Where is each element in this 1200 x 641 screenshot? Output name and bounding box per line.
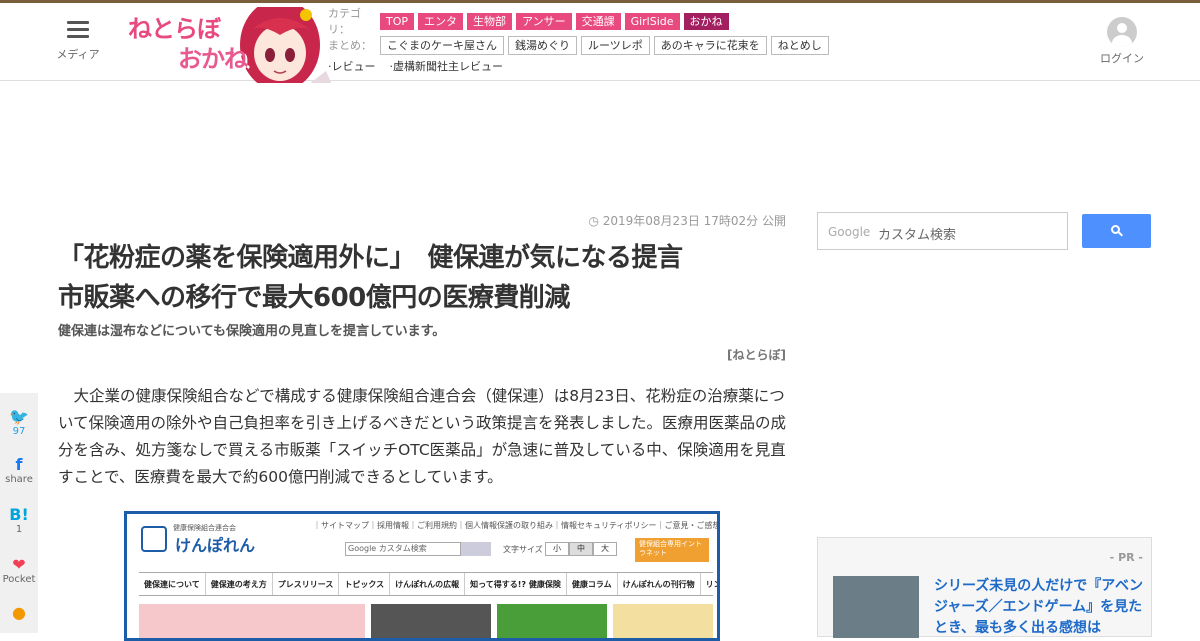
category-tab-kotsuka[interactable]: 交通課: [575, 12, 621, 30]
kenporen-nav-item: リンク集: [701, 573, 717, 595]
share-bar: 🐦 97 f share B! 1 ❤ Pocket ●: [0, 393, 38, 633]
category-tab-top[interactable]: TOP: [380, 12, 415, 30]
login-button[interactable]: ログイン: [1096, 17, 1148, 66]
kenporen-nav: 健保連について 健保連の考え方 プレスリリース トピックス けんぽれんの広報 知…: [139, 572, 717, 596]
kenporen-banner-pink: [139, 604, 365, 638]
category-tab-enta[interactable]: エンタ: [418, 12, 464, 30]
matome-label: まとめ：: [328, 39, 372, 52]
article-title: 「花粉症の薬を保険適用外に」 健保連が気になる提言 市販薬への移行で最大600億…: [58, 238, 788, 318]
kenporen-banner-yellow: [613, 604, 713, 638]
facebook-count: share: [5, 474, 33, 485]
kenporen-banner-dark: [371, 604, 491, 638]
kenporen-nav-item: プレスリリース: [273, 573, 340, 595]
hatena-count: 1: [15, 524, 23, 535]
publish-date: ◷ 2019年08月23日 17時02分 公開: [588, 212, 786, 229]
site-header: メディア ねとらぼ おかね カテゴリ： TOP エンタ 生物部 アンサー 交通課…: [0, 3, 1200, 83]
embedded-kenporen-screenshot[interactable]: 健康保険組合連合会 けんぽれん ｜サイトマップ｜採用情報｜ご利用規約｜個人情報保…: [124, 511, 720, 641]
clock-icon: ◷: [588, 214, 603, 228]
twitter-icon: 🐦: [9, 407, 29, 426]
category-tab-okane[interactable]: おかね: [683, 12, 729, 30]
sidebar-search-placeholder: カスタム検索: [878, 228, 957, 243]
matome-link-netomeshi[interactable]: ねとめし: [770, 35, 829, 55]
kenporen-search-button: [461, 542, 491, 556]
media-menu-button[interactable]: メディア: [52, 21, 104, 62]
kenporen-nav-item: けんぽれんの刊行物: [618, 573, 701, 595]
kenporen-top-links: ｜サイトマップ｜採用情報｜ご利用規約｜個人情報保護の取り組み｜情報セキュリティポ…: [313, 521, 720, 530]
kenporen-nav-item: トピックス: [339, 573, 391, 595]
kenporen-font-size-label: 文字サイズ: [503, 545, 543, 554]
matome-link-hanataba[interactable]: あのキャラに花束を: [653, 35, 767, 55]
article-title-line2: 市販薬への移行で最大600億円の医療費削減: [58, 283, 570, 313]
hamburger-icon: [67, 21, 89, 39]
kenporen-banner-green: [497, 604, 607, 638]
sidebar-search-button[interactable]: [1082, 214, 1151, 248]
kyoko-review-link[interactable]: ·虚構新聞社主レビュー: [390, 58, 504, 74]
media-menu-label: メディア: [56, 48, 100, 61]
article-subtitle: 健保連は湿布などについても保険適用の見直しを提言しています。: [58, 324, 446, 339]
pocket-count: Pocket: [2, 574, 36, 585]
hatena-icon: B!: [9, 505, 29, 524]
category-nav: カテゴリ： TOP エンタ 生物部 アンサー 交通課 GirlSide おかね …: [328, 7, 829, 76]
login-label: ログイン: [1100, 52, 1144, 65]
site-logo[interactable]: ねとらぼ おかね: [124, 7, 334, 83]
share-hatena[interactable]: B! 1: [0, 505, 38, 535]
twitter-count: 97: [12, 426, 26, 437]
kenporen-nav-item: 健保連の考え方: [206, 573, 273, 595]
share-line[interactable]: ●: [0, 603, 38, 622]
matome-link-roots[interactable]: ルーツレポ: [581, 35, 650, 55]
kenporen-intranet-button: 健保組合専用イントラネット: [635, 538, 709, 562]
font-size-large: 大: [593, 542, 617, 556]
review-link[interactable]: ·レビュー: [328, 58, 376, 74]
google-brand: Google: [828, 225, 871, 239]
pr-label: - PR -: [1109, 551, 1143, 564]
kenporen-nav-item: 健康コラム: [567, 573, 618, 595]
kenporen-font-size-buttons: 小 中 大: [545, 542, 617, 556]
facebook-icon: f: [15, 455, 23, 474]
line-icon: ●: [12, 603, 26, 622]
pr-thumbnail[interactable]: [833, 576, 919, 638]
kenporen-logo-icon: [141, 526, 167, 552]
user-avatar-icon: [1107, 17, 1137, 47]
kenporen-nav-item: けんぽれんの広報: [390, 573, 466, 595]
font-size-medium: 中: [569, 542, 593, 556]
category-tab-answer[interactable]: アンサー: [516, 12, 572, 30]
kenporen-org-name: けんぽれん: [175, 536, 256, 555]
kenporen-search-input: Google カスタム検索: [345, 542, 461, 556]
kenporen-nav-item: 健保連について: [139, 573, 206, 595]
article-source: [ねとらぼ]: [727, 348, 786, 362]
font-size-small: 小: [545, 542, 569, 556]
matome-link-sento[interactable]: 銭湯めぐり: [508, 35, 577, 55]
share-pocket[interactable]: ❤ Pocket: [0, 555, 38, 585]
kenporen-nav-item: 知って得する!? 健康保険: [465, 573, 567, 595]
article-title-line1: 「花粉症の薬を保険適用外に」 健保連が気になる提言: [58, 243, 683, 273]
matome-link-koguma[interactable]: こぐまのケーキ屋さん: [380, 35, 504, 55]
category-tab-girlside[interactable]: GirlSide: [624, 12, 680, 30]
category-tab-seibutsubu[interactable]: 生物部: [467, 12, 513, 30]
logo-text-okane: おかね: [178, 45, 248, 73]
pr-widget: - PR - シリーズ未見の人だけで『アベンジャーズ／エンドゲーム』を見たとき、…: [817, 537, 1152, 638]
category-label: カテゴリ：: [328, 7, 361, 36]
share-facebook[interactable]: f share: [0, 455, 38, 485]
share-twitter[interactable]: 🐦 97: [0, 407, 38, 437]
article-body: 大企業の健康保険組合などで構成する健康保険組合連合会（健保連）は8月23日、花粉…: [58, 387, 787, 486]
publish-date-text: 2019年08月23日 17時02分 公開: [602, 214, 786, 228]
pocket-icon: ❤: [12, 555, 26, 574]
sidebar-search-input[interactable]: Google カスタム検索: [817, 212, 1068, 250]
